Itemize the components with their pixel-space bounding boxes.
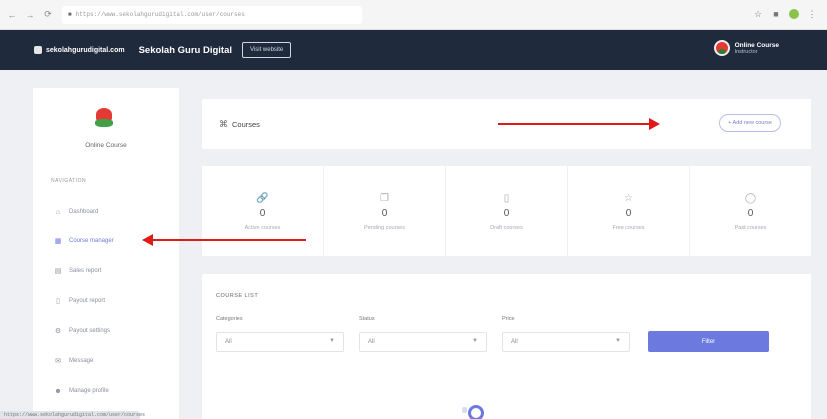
stat-value: 0 bbox=[625, 208, 632, 219]
page-title: ⌘ Courses bbox=[219, 119, 260, 130]
chevron-down-icon: ▼ bbox=[329, 338, 335, 344]
calendar-icon: ▤ bbox=[54, 268, 62, 275]
stat-pending-courses[interactable]: ❐ 0 Pending courses bbox=[324, 166, 446, 256]
categories-label: Categories bbox=[216, 316, 243, 322]
address-bar[interactable]: ■ https://www.sekolahgurudigital.com/use… bbox=[62, 5, 362, 24]
course-list-card: COURSE LIST Categories All ▼ Status All … bbox=[202, 274, 811, 419]
user-name: Online Course bbox=[734, 41, 779, 49]
browser-toolbar: ← → ⟳ ■ https://www.sekolahgurudigital.c… bbox=[0, 0, 827, 30]
avatar[interactable] bbox=[713, 40, 730, 56]
grid-icon: ⌘ bbox=[219, 119, 228, 129]
link-icon: 🔗 bbox=[256, 193, 269, 204]
stat-label: Pending courses bbox=[364, 225, 405, 231]
sidebar-item-manage-profile[interactable]: ☻ Manage profile bbox=[53, 384, 109, 398]
gear-icon: ⚙ bbox=[54, 328, 62, 335]
stat-active-courses[interactable]: 🔗 0 Active courses bbox=[202, 166, 324, 256]
course-logo bbox=[95, 108, 113, 132]
add-new-course-button[interactable]: + Add new course bbox=[719, 114, 781, 132]
bookmark-star-icon[interactable]: ☆ bbox=[753, 9, 763, 19]
categories-select[interactable]: All ▼ bbox=[216, 332, 344, 352]
sidebar-item-dashboard[interactable]: ⌂ Dashboard bbox=[53, 205, 98, 219]
star-icon: ☆ bbox=[624, 193, 633, 204]
sidebar-item-message[interactable]: ✉ Message bbox=[53, 354, 93, 368]
stat-label: Paid courses bbox=[734, 225, 767, 231]
filter-button[interactable]: Filter bbox=[648, 331, 769, 352]
lock-icon: ■ bbox=[68, 11, 72, 18]
forward-icon[interactable]: → bbox=[24, 9, 36, 21]
stat-value: 0 bbox=[259, 208, 266, 219]
stat-draft-courses[interactable]: ▯ 0 Draft courses bbox=[446, 166, 568, 256]
user-info: Online Course Instructor bbox=[735, 42, 779, 55]
sidebar-item-label: Dashboard bbox=[69, 209, 99, 215]
price-label: Price bbox=[502, 316, 515, 322]
chevron-down-icon: ▼ bbox=[472, 338, 478, 344]
reload-icon[interactable]: ⟳ bbox=[42, 9, 54, 21]
annotation-arrow-right bbox=[498, 118, 660, 130]
sidebar: Online Course NAVIGATION ⌂ Dashboard ▦ C… bbox=[33, 88, 179, 419]
user-role: Instructor bbox=[734, 48, 758, 55]
menu-icon[interactable]: ⋮ bbox=[807, 9, 817, 19]
select-value: All bbox=[225, 339, 232, 345]
sidebar-item-payout-settings[interactable]: ⚙ Payout settings bbox=[53, 324, 110, 338]
clipboard-icon: ▯ bbox=[56, 298, 60, 305]
visit-website-button[interactable]: Visit website bbox=[242, 42, 292, 58]
sidebar-item-label: Payout settings bbox=[69, 328, 111, 334]
sidebar-item-label: Manage profile bbox=[69, 388, 109, 394]
stat-label: Draft courses bbox=[490, 225, 523, 231]
courses-icon: ▦ bbox=[54, 238, 62, 245]
status-select[interactable]: All ▼ bbox=[359, 332, 487, 352]
user-icon: ☻ bbox=[54, 387, 62, 395]
empty-state-illustration bbox=[459, 405, 489, 419]
sidebar-item-payout-report[interactable]: ▯ Payout report bbox=[53, 294, 105, 308]
sidebar-item-label: Sales report bbox=[69, 268, 102, 274]
copy-icon: ❐ bbox=[380, 193, 389, 204]
stat-label: Active courses bbox=[244, 225, 281, 231]
draft-icon: ▯ bbox=[503, 193, 510, 204]
stat-label: Free courses bbox=[612, 225, 645, 231]
stat-paid-courses[interactable]: ◯ 0 Paid courses bbox=[690, 166, 811, 256]
stat-free-courses[interactable]: ☆ 0 Free courses bbox=[568, 166, 690, 256]
course-list-title: COURSE LIST bbox=[216, 293, 259, 299]
profile-icon[interactable] bbox=[789, 9, 799, 19]
home-icon: ⌂ bbox=[55, 208, 61, 216]
course-stats: 🔗 0 Active courses ❐ 0 Pending courses ▯… bbox=[202, 166, 811, 256]
annotation-arrow-left bbox=[142, 234, 306, 246]
chevron-down-icon: ▼ bbox=[615, 338, 621, 344]
message-icon: ✉ bbox=[55, 358, 61, 365]
sidebar-item-label: Course manager bbox=[69, 238, 114, 244]
extension-icon[interactable]: ■ bbox=[771, 9, 781, 19]
select-value: All bbox=[511, 339, 518, 345]
stat-value: 0 bbox=[503, 208, 510, 219]
stat-value: 0 bbox=[747, 208, 754, 219]
select-value: All bbox=[368, 339, 375, 345]
sidebar-item-label: Message bbox=[69, 358, 94, 364]
back-icon[interactable]: ← bbox=[6, 9, 18, 21]
page-title-text: Courses bbox=[232, 120, 260, 129]
brand-domain[interactable]: sekolahgurudigital.com bbox=[46, 47, 125, 54]
extensions: ☆ ■ ⋮ bbox=[753, 9, 817, 19]
sidebar-title: Online Course bbox=[85, 142, 127, 149]
app-header: sekolahgurudigital.com Sekolah Guru Digi… bbox=[0, 30, 827, 70]
price-select[interactable]: All ▼ bbox=[502, 332, 630, 352]
sidebar-item-label: Payout report bbox=[69, 298, 106, 304]
status-label: Status bbox=[359, 316, 375, 322]
status-url: https://www.sekolahgurudigital.com/user/… bbox=[4, 412, 146, 418]
sidebar-item-sales-report[interactable]: ▤ Sales report bbox=[53, 264, 102, 278]
globe-icon bbox=[34, 46, 42, 54]
sidebar-section-heading: NAVIGATION bbox=[51, 178, 87, 184]
address-text: https://www.sekolahgurudigital.com/user/… bbox=[75, 11, 245, 18]
tag-icon: ◯ bbox=[744, 193, 757, 204]
brand-name: Sekolah Guru Digital bbox=[138, 44, 233, 56]
sidebar-item-course-manager[interactable]: ▦ Course manager bbox=[53, 234, 114, 248]
browser-status-bar: https://www.sekolahgurudigital.com/user/… bbox=[0, 411, 146, 419]
stat-value: 0 bbox=[381, 208, 388, 219]
user-menu[interactable]: Online Course Instructor bbox=[713, 40, 779, 56]
